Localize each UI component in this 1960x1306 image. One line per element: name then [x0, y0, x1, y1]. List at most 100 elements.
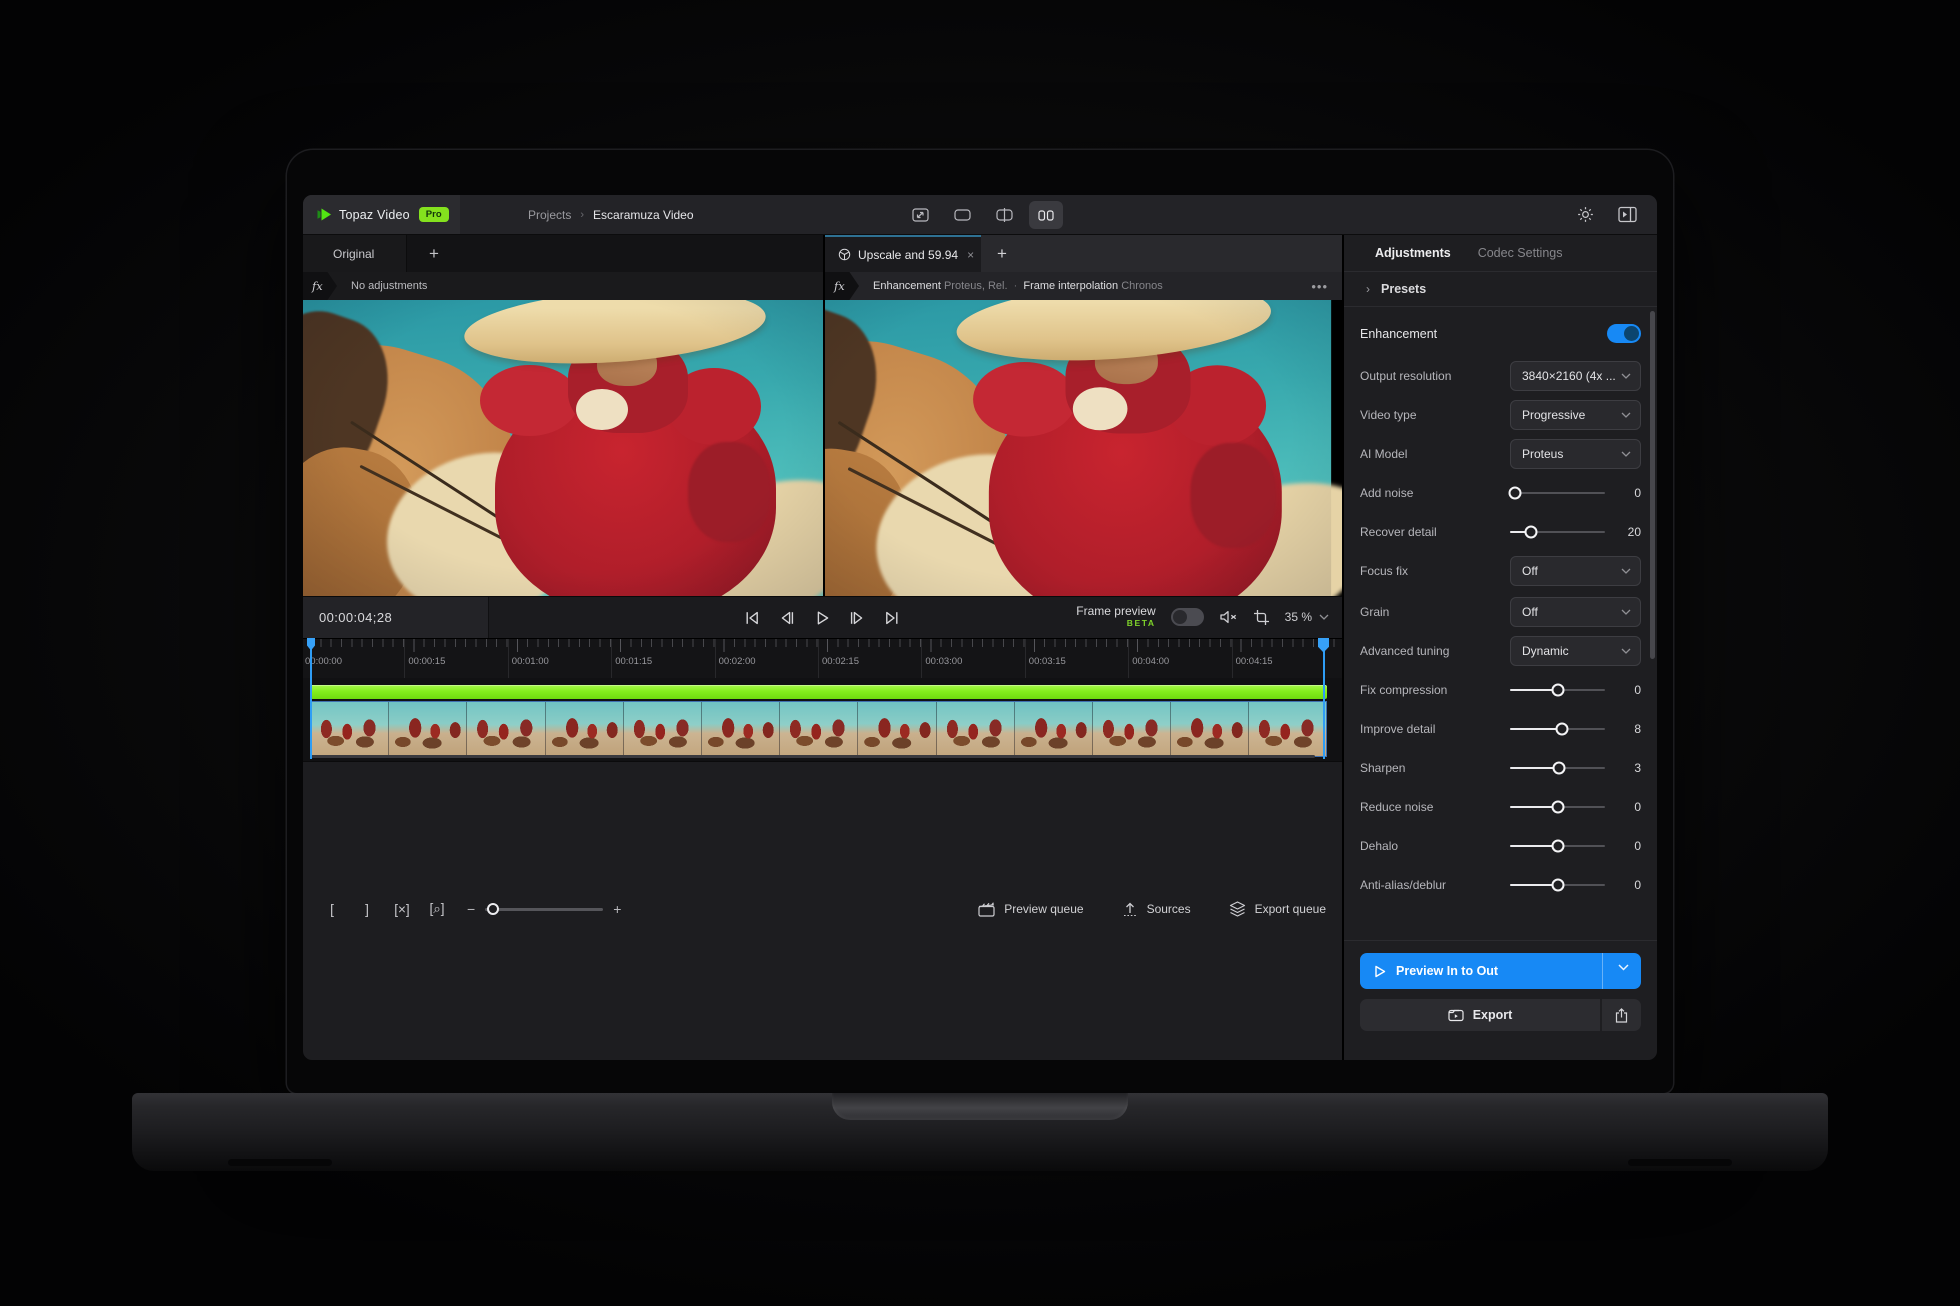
in-point-marker[interactable] [310, 638, 312, 759]
topbar-right [1577, 206, 1657, 223]
sources-button[interactable]: Sources [1122, 901, 1191, 917]
close-tab-icon[interactable]: × [967, 248, 974, 262]
focus-fix-dropdown[interactable]: Off [1510, 556, 1641, 586]
anti-alias-deblur-slider-knob[interactable] [1551, 879, 1564, 892]
filmstrip-frame[interactable] [1093, 702, 1171, 756]
share-icon[interactable] [1600, 999, 1641, 1031]
timeline-zoom-slider[interactable] [485, 908, 603, 911]
video-preview-upscaled[interactable] [825, 300, 1342, 596]
step-back-icon[interactable] [775, 606, 799, 630]
clear-in-out-icon[interactable]: [×] [389, 896, 415, 922]
anti-alias-deblur-slider[interactable] [1510, 884, 1605, 887]
playhead-line[interactable] [1323, 638, 1325, 759]
filmstrip-frame[interactable] [702, 702, 780, 756]
enhancement-toggle[interactable] [1607, 324, 1641, 343]
reduce-noise-slider-knob[interactable] [1551, 801, 1564, 814]
enhancement-label: Enhancement [1360, 327, 1437, 341]
crop-icon[interactable] [1253, 609, 1270, 626]
filmstrip-frame[interactable] [467, 702, 545, 756]
skip-to-start-icon[interactable] [740, 606, 764, 630]
fix-compression-slider-knob[interactable] [1552, 684, 1565, 697]
ai-model-dropdown[interactable]: Proteus [1510, 439, 1641, 469]
filmstrip-frame[interactable] [624, 702, 702, 756]
adjustment-row-video-type: Video typeProgressive [1360, 400, 1641, 430]
fit-view-icon[interactable] [903, 201, 937, 229]
sidebar-scrollbar[interactable] [1650, 311, 1655, 659]
reduce-noise-label: Reduce noise [1360, 800, 1433, 814]
filmstrip-frame[interactable] [858, 702, 936, 756]
mute-icon[interactable] [1219, 609, 1238, 625]
tab-original[interactable]: Original [303, 235, 407, 272]
presets-row[interactable]: › Presets [1344, 272, 1657, 307]
filmstrip[interactable] [310, 701, 1327, 757]
sharpen-slider[interactable] [1510, 767, 1605, 770]
set-in-point-icon[interactable]: [ [319, 896, 345, 922]
timeline-zoom-in-icon[interactable]: + [613, 901, 621, 917]
export-button[interactable]: Export [1360, 999, 1641, 1031]
export-queue-button[interactable]: Export queue [1229, 901, 1326, 917]
settings-gear-icon[interactable] [1577, 206, 1594, 223]
frame-preview-toggle[interactable] [1171, 608, 1204, 626]
adjustment-row-reduce-noise: Reduce noise0 [1360, 792, 1641, 822]
recover-detail-slider-knob[interactable] [1524, 526, 1537, 539]
add-noise-slider-knob[interactable] [1508, 487, 1521, 500]
single-view-icon[interactable] [945, 201, 979, 229]
ruler-separator [1128, 639, 1129, 678]
filmstrip-frame[interactable] [1015, 702, 1093, 756]
preview-in-to-out-button[interactable]: Preview In to Out [1360, 953, 1641, 989]
dehalo-slider[interactable] [1510, 845, 1605, 848]
improve-detail-slider[interactable] [1510, 728, 1605, 731]
enhancement-header: Enhancement [1360, 324, 1641, 343]
filmstrip-frame[interactable] [937, 702, 1015, 756]
filmstrip-track [303, 678, 1342, 761]
tab-strip: Original + Upscale and 59.94 × [303, 235, 1342, 272]
sidebar-tabs: Adjustments Codec Settings [1344, 235, 1657, 272]
timeline-zoom-knob[interactable] [487, 903, 499, 915]
tab-adjustments[interactable]: Adjustments [1375, 246, 1451, 260]
side-by-side-view-icon[interactable] [1029, 201, 1063, 229]
filmstrip-frame[interactable] [389, 702, 467, 756]
filmstrip-frame[interactable] [780, 702, 858, 756]
upload-arrow-icon [1122, 901, 1138, 917]
play-icon[interactable] [810, 606, 834, 630]
chevron-down-icon[interactable] [1618, 964, 1629, 971]
new-tab-icon-right[interactable]: + [997, 244, 1007, 264]
filmstrip-frame[interactable] [1249, 702, 1327, 756]
viewer-zoom-control[interactable]: 35 % [1285, 610, 1329, 624]
advanced-tuning-dropdown[interactable]: Dynamic [1510, 636, 1641, 666]
grain-dropdown[interactable]: Off [1510, 597, 1641, 627]
more-options-icon[interactable]: ••• [1311, 279, 1328, 294]
adjustment-row-recover-detail: Recover detail20 [1360, 517, 1641, 547]
fix-compression-slider[interactable] [1510, 689, 1605, 692]
video-type-dropdown[interactable]: Progressive [1510, 400, 1641, 430]
zoom-to-selection-icon[interactable]: [⌕] [424, 896, 450, 922]
output-resolution-dropdown[interactable]: 3840×2160 (4x ... [1510, 361, 1641, 391]
improve-detail-label: Improve detail [1360, 722, 1435, 736]
breadcrumb-projects[interactable]: Projects [528, 208, 571, 222]
tab-upscale[interactable]: Upscale and 59.94 × [825, 235, 981, 272]
new-tab-icon-left[interactable]: + [429, 244, 439, 264]
video-preview-original[interactable] [303, 300, 823, 596]
filmstrip-frame[interactable] [546, 702, 624, 756]
timeline-zoom-out-icon[interactable]: − [467, 901, 475, 917]
filmstrip-frame[interactable] [311, 702, 389, 756]
recover-detail-slider[interactable] [1510, 531, 1605, 534]
step-forward-icon[interactable] [845, 606, 869, 630]
ruler-time-label: 00:04:15 [1236, 656, 1273, 667]
tab-codec-settings[interactable]: Codec Settings [1478, 246, 1563, 260]
filmstrip-frame[interactable] [1171, 702, 1249, 756]
add-noise-slider[interactable] [1510, 492, 1605, 495]
reduce-noise-slider[interactable] [1510, 806, 1605, 809]
dehalo-slider-knob[interactable] [1551, 840, 1564, 853]
preview-queue-button[interactable]: Preview queue [978, 902, 1083, 917]
toggle-right-panel-icon[interactable] [1618, 206, 1637, 223]
set-out-point-icon[interactable]: ] [354, 896, 380, 922]
improve-detail-slider-knob[interactable] [1556, 723, 1569, 736]
split-view-icon[interactable] [987, 201, 1021, 229]
fx-icon: fx [303, 272, 337, 300]
ruler-separator [1025, 639, 1026, 678]
timeline-ruler[interactable]: 00:00:0000:00:1500:01:0000:01:1500:02:00… [303, 638, 1342, 678]
sharpen-slider-knob[interactable] [1553, 762, 1566, 775]
timeline-scrollbar[interactable] [310, 755, 1315, 758]
skip-to-end-icon[interactable] [880, 606, 904, 630]
